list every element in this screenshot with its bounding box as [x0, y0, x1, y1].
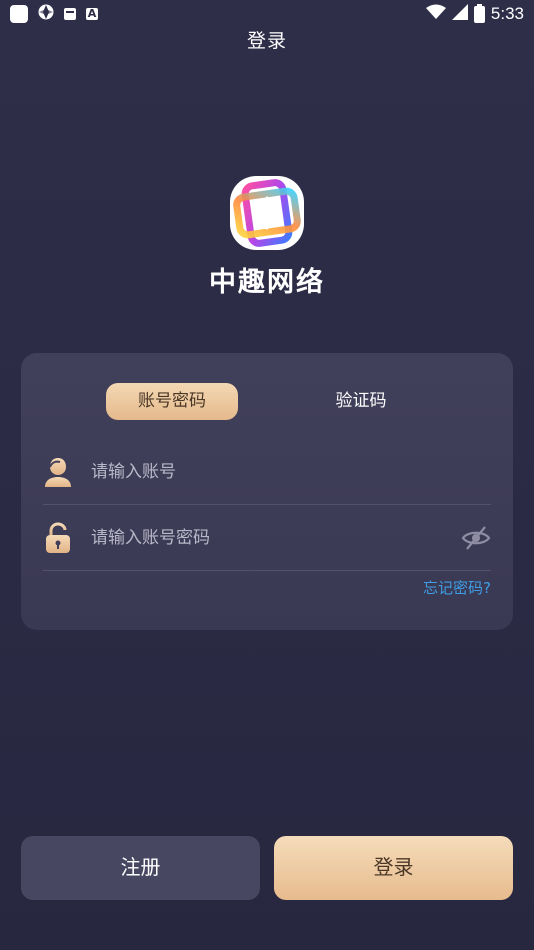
aperture-icon: [38, 4, 54, 24]
signal-icon: [451, 4, 468, 24]
password-input[interactable]: [91, 527, 461, 548]
register-button[interactable]: 注册: [21, 836, 260, 900]
wifi-icon: [425, 4, 446, 24]
tab-verification-code[interactable]: 验证码: [311, 383, 411, 420]
password-field: [43, 505, 491, 571]
lock-icon: [43, 521, 73, 555]
app-square-icon: [10, 5, 28, 23]
user-icon: [43, 455, 73, 489]
page-title: 登录: [246, 30, 287, 52]
login-screen: A 5:33 登录 中趣网络 账号密码 验证码 请输入账号 忘记密码? 注册 登…: [0, 0, 534, 950]
brand-logo-icon: [226, 172, 308, 254]
account-field: [43, 439, 491, 505]
a-icon: A: [86, 7, 98, 20]
message-icon: [64, 8, 76, 20]
forgot-password-link[interactable]: 忘记密码?: [423, 577, 491, 598]
login-card: 账号密码 验证码 请输入账号 忘记密码?: [21, 353, 513, 630]
status-right: 5:33: [425, 3, 524, 24]
status-left: A: [10, 4, 98, 24]
status-time: 5:33: [490, 4, 524, 23]
account-input[interactable]: [91, 461, 491, 482]
login-button[interactable]: 登录: [274, 836, 513, 900]
status-bar: A 5:33: [0, 0, 534, 28]
brand-name: 中趣网络: [209, 267, 325, 298]
tab-account-password[interactable]: 账号密码: [106, 383, 238, 420]
eye-hidden-icon[interactable]: [461, 523, 491, 553]
battery-icon: [473, 3, 485, 23]
